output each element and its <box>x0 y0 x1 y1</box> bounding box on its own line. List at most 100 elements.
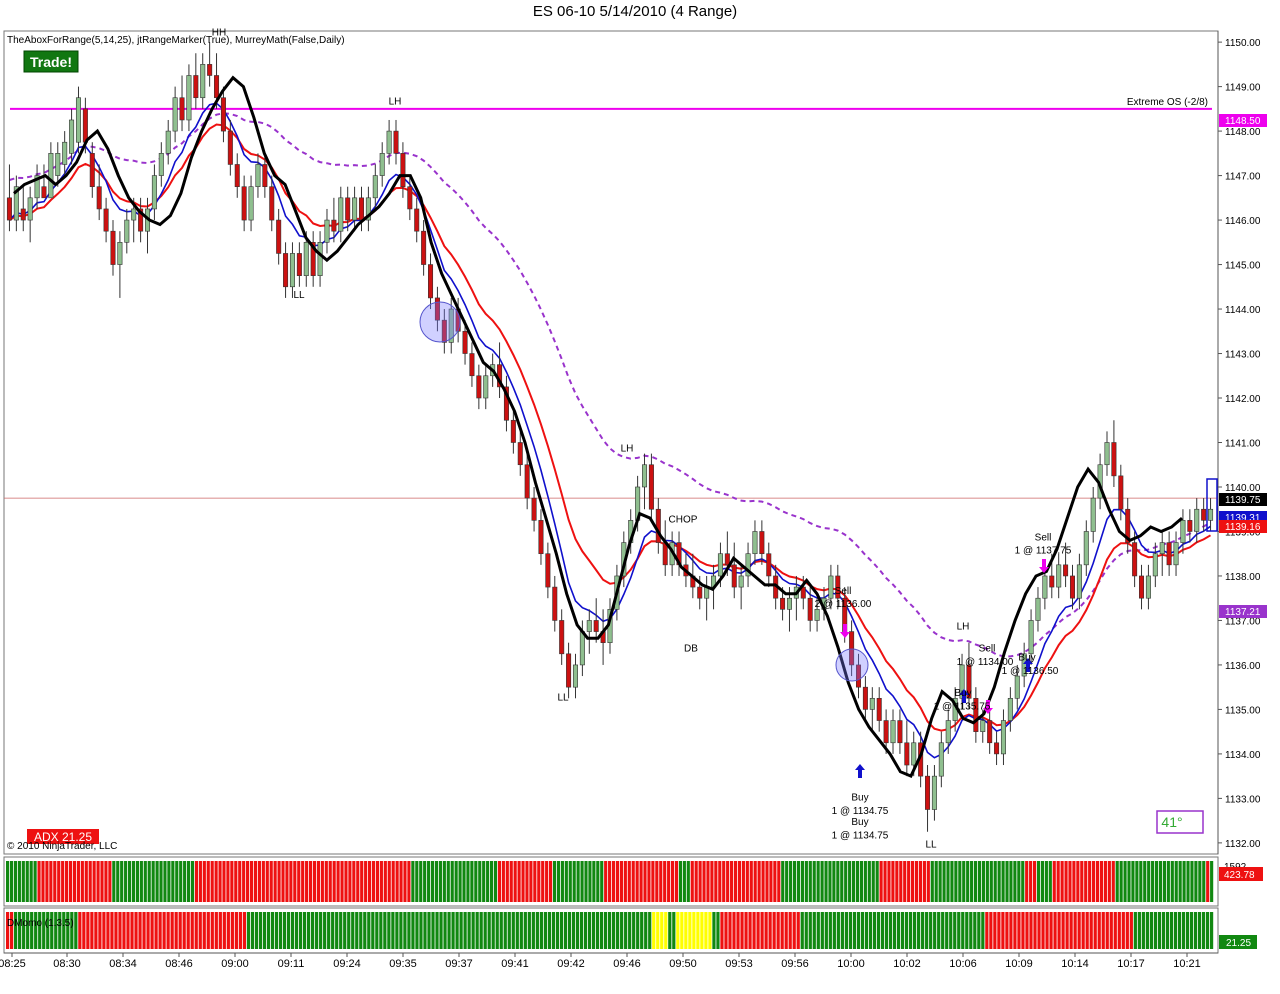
panel3-bar <box>612 912 616 949</box>
panel3-bar <box>921 912 925 949</box>
candle-body <box>1166 542 1172 566</box>
panel2-bar <box>785 861 789 902</box>
panel2-bar <box>1135 861 1139 902</box>
panel2-bar <box>871 861 875 902</box>
x-tick-label: 10:06 <box>949 958 977 970</box>
panel3-bar <box>278 912 283 949</box>
panel3-bar <box>840 912 844 949</box>
candle-body <box>317 242 323 276</box>
panel3-bar <box>1073 912 1077 949</box>
panel3-bar <box>937 912 941 949</box>
y-tick-label: 1133.00 <box>1225 794 1261 805</box>
panel2-bar <box>958 861 962 902</box>
panel3-bar <box>836 912 840 949</box>
candle-body <box>69 119 75 154</box>
panel3-bar <box>973 912 977 949</box>
panel3-bar <box>367 912 371 949</box>
candle-body <box>289 253 295 288</box>
panel2-bar <box>533 861 537 902</box>
panel3-bar <box>331 912 335 949</box>
panel2-bar <box>973 861 978 902</box>
annotation-text: LH <box>389 96 402 107</box>
panel3-bar <box>527 912 531 949</box>
panel2-bar <box>690 861 694 902</box>
indicator-text: TheAboxForRange(5,14,25), jtRangeMarker(… <box>7 35 345 46</box>
annotation-text: Buy <box>851 817 868 828</box>
candle-body <box>1000 720 1006 755</box>
panel3-bar <box>298 912 303 949</box>
candle-body <box>89 153 95 188</box>
candle-body <box>1173 542 1179 566</box>
panel3-bar <box>523 912 527 949</box>
panel2-bar <box>1178 861 1182 902</box>
panel2-bar <box>198 861 202 902</box>
panel2-bar <box>907 861 911 902</box>
candle-body <box>566 653 572 688</box>
panel2-bar <box>6 861 10 902</box>
panel2-bar <box>781 861 785 902</box>
candle-body <box>731 564 737 588</box>
candle-body <box>593 620 599 632</box>
panel2-bar <box>918 861 923 902</box>
panel3-bar <box>471 912 475 949</box>
panel2-bar <box>423 861 427 902</box>
candle-body <box>1069 575 1076 599</box>
candle-body <box>1180 520 1186 543</box>
panel2-bar <box>1009 861 1013 902</box>
panel2-bar <box>312 861 317 902</box>
panel3-bar <box>503 912 507 949</box>
panel3-bar <box>1041 912 1045 949</box>
panel3-bar <box>262 912 267 949</box>
candle-body <box>1152 553 1158 577</box>
panel2-bar <box>600 861 604 902</box>
panel2-bar <box>1068 861 1072 902</box>
candle-body <box>724 553 730 566</box>
panel2-bar <box>899 861 903 902</box>
annotation-text: 1 @ 1134.75 <box>832 806 889 817</box>
panel2-bar <box>1115 861 1119 902</box>
panel2-bar <box>722 861 726 902</box>
candle-body <box>131 208 137 221</box>
panel2-bar <box>651 861 655 902</box>
x-tick-label: 08:34 <box>109 958 137 970</box>
candle-body <box>296 253 302 276</box>
annotation-text: Sell <box>1035 532 1052 543</box>
panel3-bar <box>981 912 985 949</box>
candle-body <box>1159 542 1165 555</box>
panel3-bar <box>166 912 170 949</box>
panel2-bar <box>647 861 651 902</box>
panel2-bar <box>851 861 856 902</box>
panel3-bar <box>704 912 708 949</box>
panel3-bar <box>86 912 90 949</box>
panel2-bar <box>895 861 899 902</box>
candle-body <box>897 720 903 744</box>
candle-body <box>200 64 206 99</box>
panel2-bar <box>635 861 639 902</box>
panel2-bar <box>663 861 667 902</box>
panel3-value: 21.25 <box>1226 938 1251 949</box>
y-tick-label: 1150.00 <box>1225 38 1261 49</box>
panel3-bar <box>178 912 182 949</box>
panel2-bar <box>623 861 627 902</box>
candle-body <box>220 97 226 132</box>
candle-body <box>738 575 744 588</box>
panel3-bar <box>487 912 491 949</box>
panel2-bar <box>285 861 289 902</box>
panel3-bar <box>896 912 901 949</box>
panel3-bar <box>884 912 889 949</box>
panel2-bar <box>171 861 175 902</box>
panel2-bar <box>537 861 541 902</box>
panel2-bar <box>922 861 926 902</box>
panel3-bar <box>250 912 255 949</box>
panel2-bar <box>879 861 883 902</box>
panel3-bar <box>539 912 543 949</box>
x-tick-label: 09:53 <box>725 958 753 970</box>
candle-body <box>545 553 551 588</box>
panel2-bar <box>682 861 686 902</box>
panel2-bar <box>45 861 49 902</box>
panel3-bar <box>94 912 98 949</box>
panel2-bar <box>887 861 891 902</box>
y-tick-label: 1143.00 <box>1225 350 1261 361</box>
panel3-bar <box>1089 912 1093 949</box>
candle-body <box>1208 508 1214 521</box>
